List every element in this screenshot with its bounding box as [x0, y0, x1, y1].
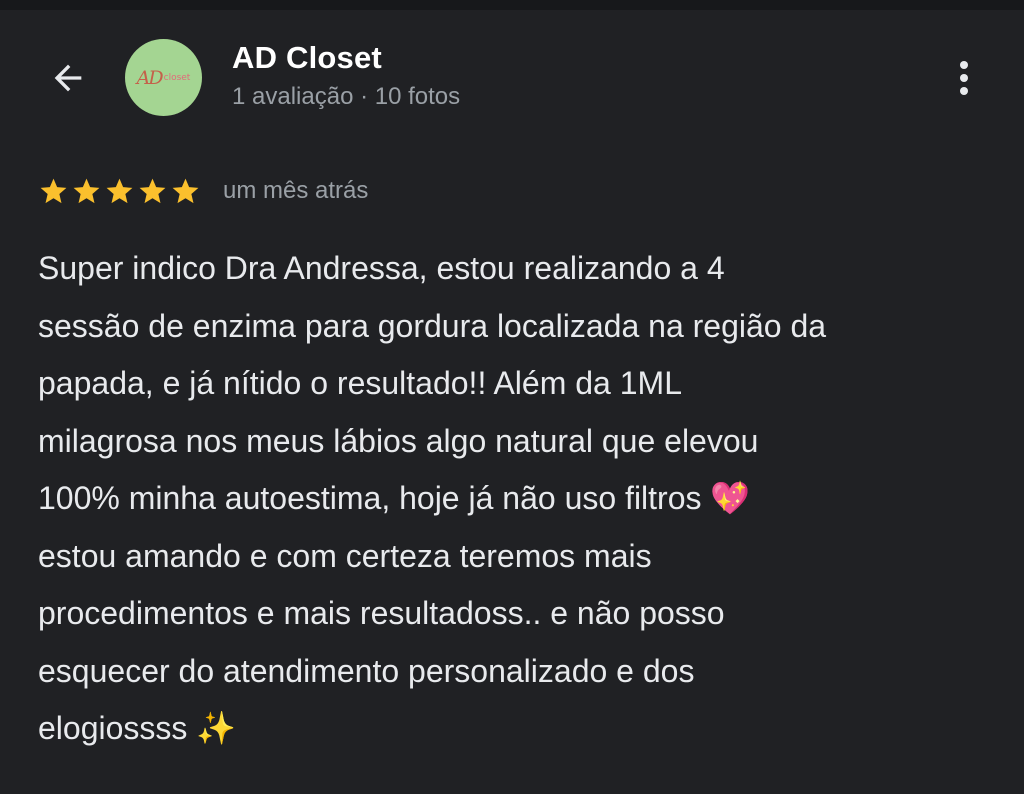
arrow-left-icon: [54, 64, 82, 92]
star-icon: [172, 178, 199, 203]
star-rating: [38, 176, 203, 207]
more-vert-icon-dot: [960, 74, 968, 82]
logo-closet-text: closet: [163, 72, 191, 83]
business-logo: AD closet: [137, 67, 191, 89]
star-icon: [106, 178, 133, 203]
avatar[interactable]: AD closet: [125, 39, 202, 116]
review-text: Super indico Dra Andressa, estou realiza…: [38, 250, 827, 746]
status-bar-band: [0, 0, 1024, 10]
review-time: um mês atrás: [223, 177, 369, 204]
app-header: AD closet AD Closet 1 avaliação · 10 fot…: [0, 10, 1024, 150]
business-meta: 1 avaliação · 10 fotos: [232, 83, 461, 110]
back-button[interactable]: [36, 46, 100, 110]
more-vert-icon: [960, 61, 968, 69]
business-name[interactable]: AD Closet: [232, 40, 382, 76]
review-rating-row: um mês atrás: [38, 172, 368, 210]
star-icon: [73, 178, 100, 203]
star-icon: [139, 178, 166, 203]
star-icon: [40, 178, 67, 203]
more-options-button[interactable]: [940, 48, 988, 108]
logo-ad-text: AD: [136, 66, 164, 89]
more-vert-icon-dot: [960, 87, 968, 95]
